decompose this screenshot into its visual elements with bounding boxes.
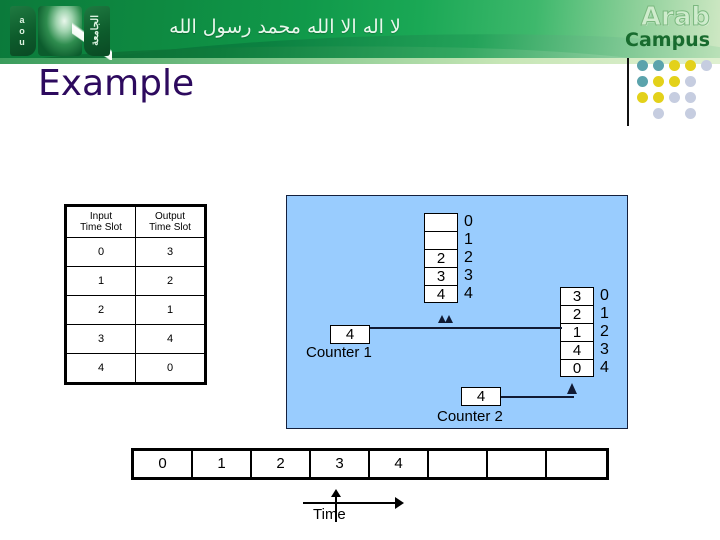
- memory-left-index-label: 0: [464, 213, 473, 230]
- cell-output-time-slot: 0: [135, 353, 206, 384]
- memory-right-index-label: 4: [600, 359, 609, 376]
- time-slot-strip: 01234: [131, 448, 609, 480]
- counter1-label: Counter 1: [306, 344, 372, 361]
- time-marker-arrow-up: [331, 489, 341, 497]
- table-header-row: Input Time Slot Output Time Slot: [65, 205, 206, 238]
- cell-input-time-slot: 0: [65, 237, 136, 267]
- data-store-memory-left: 234: [424, 213, 458, 303]
- decor-dot: [685, 76, 696, 87]
- cell-output-time-slot: 4: [135, 324, 206, 354]
- column-header-output-time-slot: Output Time Slot: [135, 205, 206, 238]
- time-slot-cell: 0: [134, 451, 193, 477]
- cell-input-time-slot: 2: [65, 295, 136, 325]
- arab-campus-logo: Arab Campus: [558, 2, 711, 58]
- cell-output-time-slot: 3: [135, 237, 206, 267]
- aou-logo-arabic-text: الجامعة: [90, 15, 101, 46]
- decor-dot: [685, 108, 696, 119]
- decor-divider-line: [627, 58, 629, 126]
- memory-right-index-label: 0: [600, 287, 609, 304]
- counter1-connector-line: [368, 327, 562, 329]
- data-store-memory-right-labels: 01234: [600, 287, 620, 377]
- memory-left-index-label: 3: [464, 267, 473, 284]
- counter1-value-box: 4: [330, 325, 370, 344]
- time-slot-cell: 1: [193, 451, 252, 477]
- aou-logo-initials: aou: [17, 15, 27, 48]
- memory-right-cell: 3: [560, 287, 594, 305]
- decor-dot: [637, 60, 648, 71]
- time-slot-cell: 3: [311, 451, 370, 477]
- memory-left-index-label: 2: [464, 249, 473, 266]
- time-axis-label: Time: [313, 506, 346, 523]
- decor-dot: [701, 60, 712, 71]
- time-slot-cell: [547, 451, 606, 477]
- counter1-arrowhead-up: [438, 315, 453, 323]
- memory-right-cell: 2: [560, 305, 594, 323]
- memory-right-index-label: 1: [600, 305, 609, 322]
- decor-dot: [653, 92, 664, 103]
- decor-dot: [669, 92, 680, 103]
- cell-input-time-slot: 1: [65, 266, 136, 296]
- cell-output-time-slot: 2: [135, 266, 206, 296]
- memory-left-cell: 2: [424, 249, 458, 267]
- header-output-line1: Output: [154, 211, 186, 222]
- time-axis-arrow-right: [395, 497, 404, 509]
- table-row: 21: [65, 295, 206, 325]
- table-row: 34: [65, 324, 206, 354]
- brand-word-campus: Campus: [625, 29, 710, 51]
- aou-logo-panel-center: [38, 6, 112, 60]
- decor-dot-grid: [637, 60, 715, 122]
- decor-dot: [653, 108, 664, 119]
- memory-left-cell: [424, 213, 458, 231]
- header-input-line1: Input: [89, 211, 113, 222]
- memory-left-index-label: 4: [464, 285, 473, 302]
- io-mapping-table: Input Time Slot Output Time Slot 0312213…: [64, 204, 207, 385]
- decor-dot: [653, 76, 664, 87]
- decor-dot: [685, 60, 696, 71]
- memory-right-index-label: 3: [600, 341, 609, 358]
- memory-right-cell: 1: [560, 323, 594, 341]
- decor-dot: [637, 92, 648, 103]
- time-slot-cell: 4: [370, 451, 429, 477]
- memory-left-cell: 4: [424, 285, 458, 303]
- table-row: 03: [65, 237, 206, 267]
- slide-canvas: aou الجامعة لا اله الا الله محمد رسول ال…: [0, 0, 720, 540]
- column-header-input-time-slot: Input Time Slot: [65, 205, 136, 238]
- io-table-body: 0312213440: [65, 237, 206, 384]
- memory-right-cell: 4: [560, 341, 594, 359]
- decor-dot: [685, 92, 696, 103]
- brand-word-arab: Arab: [640, 2, 710, 32]
- header-banner: aou الجامعة لا اله الا الله محمد رسول ال…: [0, 0, 720, 64]
- page-title: Example: [38, 63, 195, 104]
- memory-left-cell: [424, 231, 458, 249]
- header-output-line2: Time Slot: [149, 222, 191, 233]
- time-axis-line: [303, 502, 399, 504]
- table-row: 40: [65, 353, 206, 384]
- counter2-value-box: 4: [461, 387, 501, 406]
- table-row: 12: [65, 266, 206, 296]
- shahada-calligraphy: لا اله الا الله محمد رسول الله: [169, 16, 401, 38]
- counter2-connector-line: [500, 396, 574, 398]
- time-slot-cell: [488, 451, 547, 477]
- memory-right-index-label: 2: [600, 323, 609, 340]
- cell-input-time-slot: 4: [65, 353, 136, 384]
- aou-logo: aou الجامعة: [6, 2, 118, 60]
- cell-input-time-slot: 3: [65, 324, 136, 354]
- decor-dot: [669, 60, 680, 71]
- header-input-line2: Time Slot: [80, 222, 122, 233]
- memory-right-cell: 0: [560, 359, 594, 377]
- memory-left-cell: 3: [424, 267, 458, 285]
- counter2-arrowhead-up: [567, 383, 577, 394]
- decor-dot: [653, 60, 664, 71]
- counter2-label: Counter 2: [437, 408, 503, 425]
- decor-dot: [637, 76, 648, 87]
- data-store-memory-left-labels: 01234: [464, 213, 484, 303]
- time-slot-cell: 2: [252, 451, 311, 477]
- cell-output-time-slot: 1: [135, 295, 206, 325]
- memory-left-index-label: 1: [464, 231, 473, 248]
- time-axis: Time: [303, 489, 413, 532]
- data-store-memory-right: 32140: [560, 287, 594, 377]
- time-slot-cell: [429, 451, 488, 477]
- decor-dot: [669, 76, 680, 87]
